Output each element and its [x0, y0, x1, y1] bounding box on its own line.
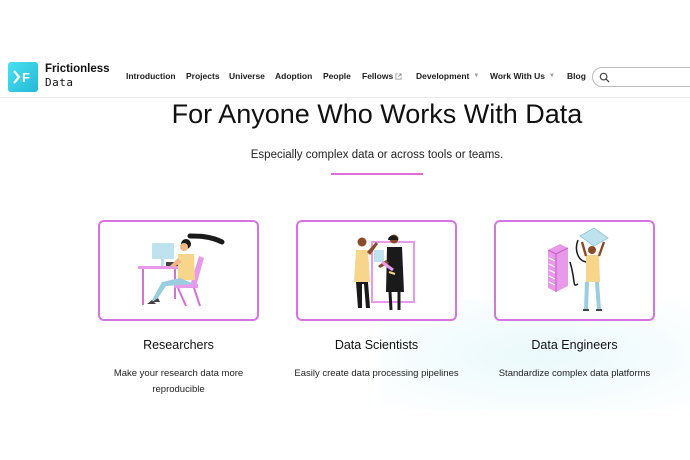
chevron-down-icon: ▼ [473, 73, 480, 79]
svg-text:F: F [22, 70, 30, 85]
nav-label: Adoption [275, 71, 313, 81]
researchers-card[interactable] [98, 220, 259, 321]
researchers-desc-line2: reproducible [152, 383, 205, 395]
main-menu: Introduction Projects Universe Adoption … [126, 71, 586, 81]
data-engineers-title: Data Engineers [531, 338, 618, 352]
data-scientists-card[interactable] [296, 220, 457, 321]
nav-label: Development [416, 71, 470, 81]
nav-label: Work With Us [490, 71, 546, 81]
brand-line-2: Data [45, 76, 74, 89]
chevron-down-icon: ▼ [549, 73, 555, 79]
nav-development[interactable]: Development ▼ [416, 71, 490, 81]
brand-name[interactable]: Frictionless Data [45, 63, 110, 89]
data-scientists-title: Data Scientists [334, 338, 419, 352]
nav-label: Projects [186, 71, 220, 81]
nav-label: Introduction [126, 71, 176, 81]
data-engineer-illustration [547, 227, 609, 311]
nav-label: Fellows [362, 71, 394, 81]
nav-introduction[interactable]: Introduction [126, 71, 186, 81]
nav-universe[interactable]: Universe [229, 71, 275, 81]
nav-label: Blog [567, 71, 586, 81]
nav-work-with-us[interactable]: Work With Us ▼ [490, 71, 567, 81]
researchers-description: Make your research data more reproducibl… [98, 366, 259, 397]
hero-divider [331, 173, 423, 175]
frictionless-logo-icon[interactable]: F [8, 62, 38, 92]
hero-title: For Anyone Who Works With Data [171, 99, 583, 129]
nav-adoption[interactable]: Adoption [275, 71, 323, 81]
brand-line-1: Frictionless [45, 63, 110, 75]
nav-fellows[interactable]: Fellows [362, 71, 416, 81]
nav-label: Universe [229, 71, 265, 81]
researchers-desc-line1: Make your research data more [113, 368, 244, 379]
external-link-icon [395, 72, 402, 80]
nav-people[interactable]: People [323, 71, 362, 81]
nav-blog[interactable]: Blog [567, 71, 586, 81]
search-icon [599, 72, 610, 83]
data-scientists-illustration [354, 234, 415, 311]
data-engineers-description: Standardize complex data platforms [484, 366, 665, 382]
nav-projects[interactable]: Projects [186, 71, 229, 81]
data-engineers-desc-line1: Standardize complex data platforms [498, 368, 651, 379]
top-navigation: F Frictionless Data Introduction Project… [0, 0, 690, 98]
search-input[interactable] [592, 67, 690, 87]
researcher-illustration [138, 233, 225, 307]
researchers-title: Researchers [143, 338, 214, 352]
data-scientists-desc-line1: Easily create data processing pipelines [294, 368, 459, 379]
data-scientists-description: Easily create data processing pipelines [282, 366, 471, 382]
nav-label: People [323, 71, 351, 81]
data-engineers-card[interactable] [494, 220, 655, 321]
hero-subtitle: Especially complex data or across tools … [250, 149, 504, 161]
